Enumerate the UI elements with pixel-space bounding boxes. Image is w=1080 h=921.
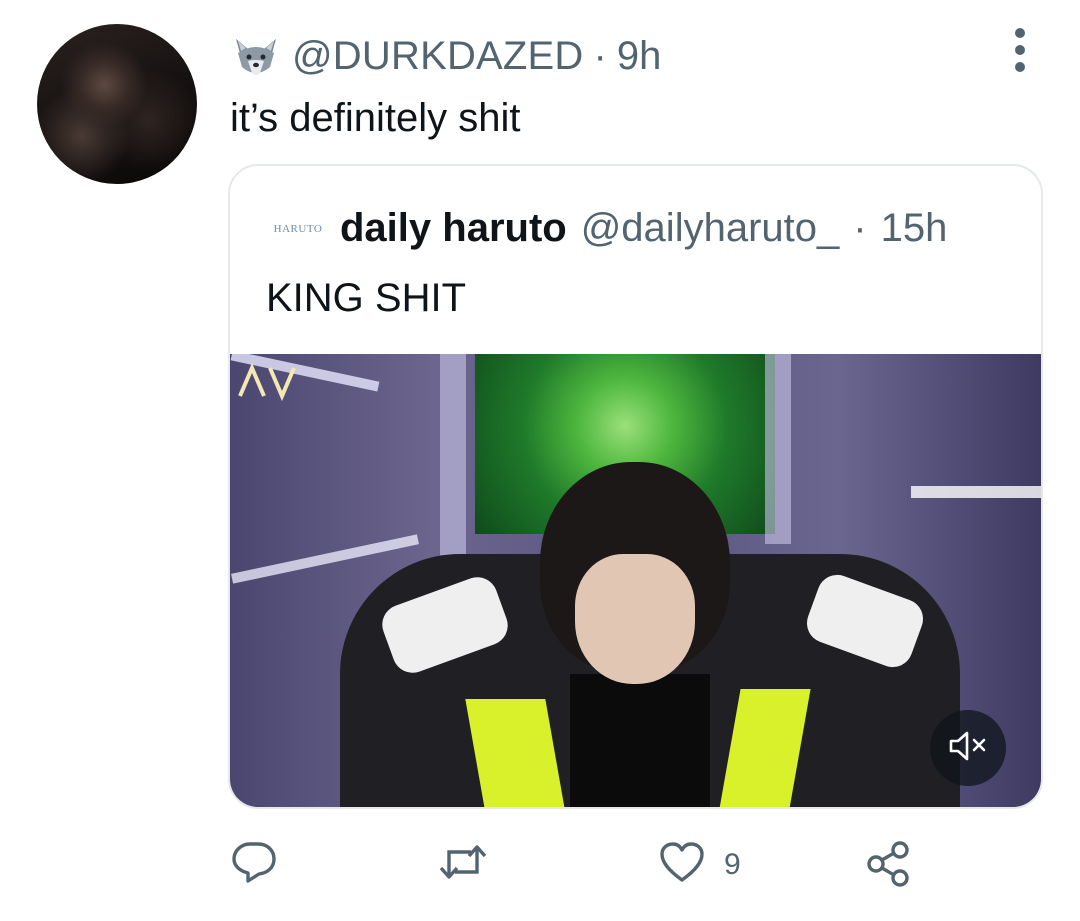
separator-dot: ·	[853, 206, 867, 250]
wolf-face-icon	[230, 35, 282, 79]
separator-dot: ·	[593, 34, 607, 78]
reply-button[interactable]	[230, 840, 296, 889]
unmute-button[interactable]	[930, 710, 1006, 786]
dot-icon	[1015, 28, 1025, 38]
video-player[interactable]	[230, 354, 1041, 807]
reply-icon	[230, 840, 278, 889]
quoted-author-avatar[interactable]: HARUTO	[270, 207, 326, 251]
heart-icon	[658, 840, 706, 889]
author-handle[interactable]: @DURKDAZED	[292, 34, 584, 79]
quoted-timestamp[interactable]: 15h	[881, 206, 948, 251]
author-avatar[interactable]	[37, 24, 197, 184]
retweet-button[interactable]	[435, 840, 509, 889]
dot-icon	[1015, 45, 1025, 55]
retweet-icon	[435, 840, 491, 889]
quoted-tweet-header: HARUTO daily haruto @dailyharuto_ · 15h	[270, 206, 948, 251]
quoted-tweet-text: KING SHIT	[266, 276, 467, 320]
like-button[interactable]: 9	[658, 840, 741, 889]
share-button[interactable]	[864, 840, 930, 893]
like-count: 9	[724, 847, 741, 881]
speaker-muted-icon	[947, 729, 989, 768]
stage-pillar	[765, 354, 791, 544]
tweet-header: @DURKDAZED · 9h	[230, 34, 661, 79]
quoted-display-name[interactable]: daily haruto	[340, 206, 567, 251]
quoted-handle[interactable]: @dailyharuto_	[581, 206, 840, 251]
stage-pillar	[440, 354, 466, 574]
tweet-text: it’s definitely shit	[230, 96, 521, 140]
broadcast-logo	[236, 362, 296, 408]
tweet-timestamp[interactable]: 9h	[617, 34, 662, 79]
tweet-actions: 9	[230, 840, 930, 900]
share-icon	[864, 840, 912, 893]
light-bar	[911, 486, 1041, 498]
quoted-tweet[interactable]: HARUTO daily haruto @dailyharuto_ · 15h …	[228, 164, 1043, 809]
performer-shirt	[570, 674, 710, 807]
performer-face	[575, 554, 695, 684]
more-options-button[interactable]	[1008, 28, 1032, 72]
dot-icon	[1015, 62, 1025, 72]
